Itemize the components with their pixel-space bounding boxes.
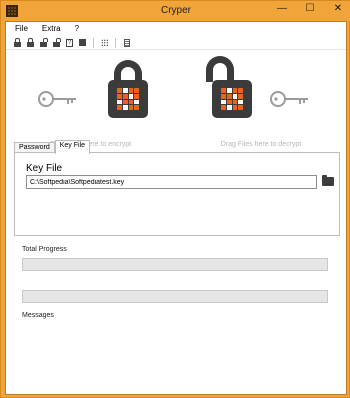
log-button[interactable] bbox=[122, 38, 131, 48]
decrypt-button[interactable] bbox=[39, 38, 48, 48]
key-file-title: Key File bbox=[26, 163, 63, 174]
title-bar[interactable]: Cryper — ☐ ✕ bbox=[1, 1, 350, 21]
total-progress-bar bbox=[22, 258, 328, 271]
toolbar: ? bbox=[6, 36, 346, 50]
encrypt-all-button[interactable] bbox=[26, 38, 35, 48]
key-icon bbox=[270, 91, 308, 107]
help-button[interactable]: ? bbox=[65, 38, 74, 48]
client-area: File Extra ? ? Drag Files here to encryp… bbox=[5, 21, 347, 395]
minimize-button[interactable]: — bbox=[273, 3, 291, 14]
padlock-grid bbox=[117, 88, 139, 110]
locked-padlock-icon bbox=[108, 58, 148, 120]
toolbar-separator bbox=[115, 37, 116, 48]
key-file-path-input[interactable] bbox=[26, 175, 317, 189]
key-icon bbox=[38, 91, 76, 107]
padlock-body bbox=[108, 80, 148, 118]
padlock-body bbox=[212, 80, 252, 118]
decrypt-drop-zone[interactable]: Drag Files here to decrypt bbox=[186, 56, 336, 158]
encrypt-button[interactable] bbox=[13, 38, 22, 48]
padlock-shackle bbox=[206, 56, 234, 82]
help-icon: ? bbox=[66, 38, 73, 47]
unlock-icon bbox=[40, 38, 48, 47]
total-progress-label: Total Progress bbox=[22, 246, 67, 253]
unlock-icon bbox=[53, 38, 61, 47]
grid-icon bbox=[100, 38, 109, 47]
menu-extra[interactable]: Extra bbox=[41, 24, 62, 33]
lock-icon bbox=[27, 38, 34, 47]
padlock-grid bbox=[221, 88, 243, 110]
menu-bar: File Extra ? bbox=[6, 22, 346, 35]
stop-icon bbox=[79, 39, 86, 46]
menu-file[interactable]: File bbox=[14, 24, 29, 33]
toolbar-separator bbox=[93, 37, 94, 48]
document-icon bbox=[123, 38, 130, 47]
close-button[interactable]: ✕ bbox=[329, 3, 347, 14]
maximize-button[interactable]: ☐ bbox=[301, 3, 319, 14]
file-progress-bar bbox=[22, 290, 328, 303]
stop-button[interactable] bbox=[78, 38, 87, 48]
unlocked-padlock-icon bbox=[206, 56, 254, 120]
generate-key-button[interactable] bbox=[100, 38, 109, 48]
messages-label: Messages bbox=[22, 312, 54, 319]
folder-icon[interactable] bbox=[322, 175, 334, 186]
menu-help[interactable]: ? bbox=[74, 24, 80, 33]
tab-key-file[interactable]: Key File bbox=[54, 140, 91, 154]
app-window: Cryper — ☐ ✕ File Extra ? ? Drag Files h… bbox=[0, 0, 350, 398]
lock-icon bbox=[14, 38, 21, 47]
decrypt-all-button[interactable] bbox=[52, 38, 61, 48]
key-file-panel: Key File bbox=[14, 152, 340, 236]
decrypt-hint: Drag Files here to decrypt bbox=[220, 141, 302, 148]
